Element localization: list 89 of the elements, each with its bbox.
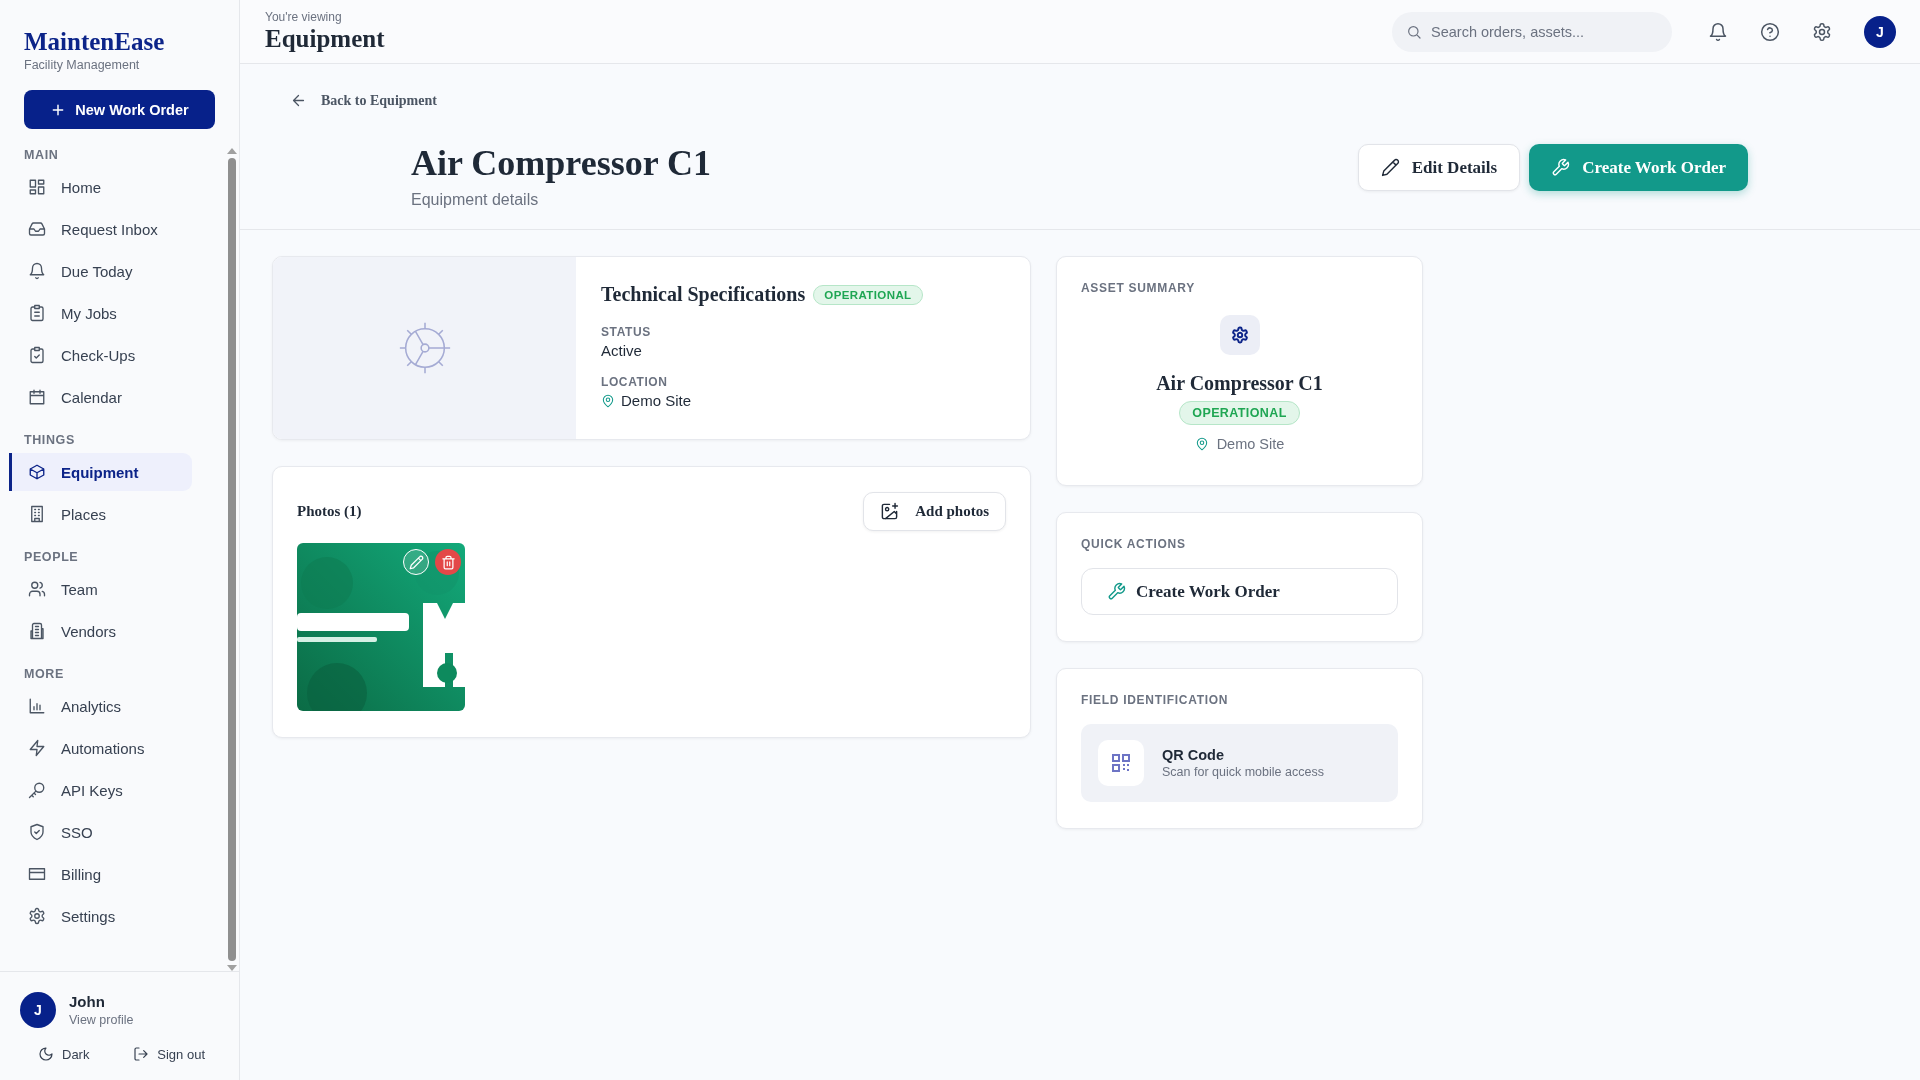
section-heading: THINGS [23, 433, 76, 449]
sidebar-item[interactable]: Automations [9, 729, 192, 767]
field-value: Active [601, 342, 642, 359]
add-photos-button[interactable]: Add photos [863, 492, 1006, 531]
sidebar-item[interactable]: Team [9, 570, 192, 608]
wrench-icon [1551, 158, 1571, 177]
key-icon [28, 781, 46, 799]
create-work-order-button[interactable]: Create Work Order [1081, 568, 1398, 615]
wrench-icon [1107, 582, 1126, 601]
new-work-order-button[interactable]: New Work Order [24, 90, 215, 129]
people-icon [28, 580, 46, 598]
clipboard-check-icon [28, 346, 46, 364]
calendar-icon [28, 388, 46, 406]
brand-tagline: Facility Management [24, 58, 141, 72]
sidebar-item[interactable]: Check-Ups [9, 336, 192, 374]
status-badge: OPERATIONAL [1179, 401, 1300, 425]
sidebar-item[interactable]: Settings [9, 897, 192, 935]
sidebar-item[interactable]: Calendar [9, 378, 192, 416]
lightning-icon [28, 739, 46, 757]
qr-code-title: QR Code [1162, 747, 1226, 763]
asset-location: Demo Site [1216, 436, 1285, 452]
pencil-icon [408, 554, 424, 570]
brand-logo: MaintenEase [24, 28, 166, 56]
sidebar-item[interactable]: Billing [9, 855, 192, 893]
create-work-order-button[interactable]: Create Work Order [1529, 144, 1748, 191]
settings-icon [28, 907, 46, 925]
field-label: STATUS [601, 325, 652, 339]
cube-icon [28, 463, 46, 481]
notifications-icon[interactable] [1708, 21, 1728, 42]
view-profile-link[interactable]: View profile [69, 1012, 134, 1027]
sidebar-item[interactable]: My Jobs [9, 294, 192, 332]
help-icon[interactable] [1760, 21, 1780, 42]
sidebar-item[interactable]: Home [9, 168, 192, 206]
qr-code-panel[interactable]: QR Code Scan for quick mobile access [1081, 724, 1398, 802]
bar-chart-icon [28, 697, 46, 715]
page-title: Air Compressor C1 [411, 143, 711, 183]
card-heading: ASSET SUMMARY [1081, 281, 1195, 295]
section-heading: PEOPLE [23, 550, 80, 566]
asset-name: Air Compressor C1 [1156, 372, 1323, 395]
moon-icon [38, 1046, 54, 1062]
section-heading: MORE [23, 667, 65, 683]
shield-icon [28, 823, 46, 841]
trash-icon [440, 554, 456, 570]
sidebar-item[interactable]: Analytics [9, 687, 192, 725]
photos-title: Photos (1) [297, 503, 362, 520]
sidebar-item[interactable]: Due Today [9, 252, 192, 290]
settings-icon[interactable] [1812, 21, 1832, 42]
sidebar-item[interactable]: Equipment [9, 453, 192, 491]
card-heading: FIELD IDENTIFICATION [1081, 693, 1230, 707]
header-title: Equipment [265, 24, 385, 54]
section-heading: MAIN [23, 148, 60, 164]
edit-photo-button[interactable] [403, 549, 429, 575]
bell-icon [28, 262, 46, 280]
qr-code-icon [1098, 740, 1144, 786]
building-icon [28, 622, 46, 640]
pencil-icon [1380, 158, 1400, 177]
user-name: John [69, 992, 106, 1010]
search-field[interactable]: Search orders, assets... [1392, 11, 1672, 52]
credit-card-icon [28, 865, 46, 883]
arrow-left-icon [290, 92, 307, 109]
user-avatar[interactable]: J [1864, 15, 1896, 48]
edit-details-button[interactable]: Edit Details [1357, 144, 1521, 191]
sidebar-item[interactable]: Request Inbox [9, 210, 192, 248]
card-heading: QUICK ACTIONS [1081, 537, 1187, 551]
card-title: Technical Specifications [601, 283, 806, 306]
building-icon [28, 505, 46, 523]
user-avatar[interactable]: J [20, 992, 56, 1028]
qr-code-description: Scan for quick mobile access [1162, 765, 1324, 779]
clipboard-icon [28, 304, 46, 322]
inbox-icon [28, 220, 46, 238]
sidebar-item[interactable]: Vendors [9, 612, 192, 650]
field-label: LOCATION [601, 375, 669, 389]
back-link[interactable]: Back to Equipment [290, 92, 437, 109]
image-plus-icon [880, 502, 900, 521]
sign-out-button[interactable]: Sign out [133, 1046, 205, 1062]
page-subtitle: Equipment details [411, 191, 540, 209]
grid-icon [28, 178, 46, 196]
location-pin-icon [601, 393, 615, 408]
dark-mode-button[interactable]: Dark [38, 1046, 90, 1062]
field-value: Demo Site [621, 392, 692, 409]
sidebar-item[interactable]: Places [9, 495, 192, 533]
location-pin-icon [1194, 437, 1209, 451]
sidebar-item[interactable]: API Keys [9, 771, 192, 809]
scrollbar[interactable] [226, 148, 237, 971]
gear-icon [1219, 315, 1260, 355]
status-badge: OPERATIONAL [813, 284, 923, 305]
sign-out-icon [133, 1046, 150, 1062]
header-eyebrow: You're viewing [265, 9, 343, 24]
sidebar-item[interactable]: SSO [9, 813, 192, 851]
